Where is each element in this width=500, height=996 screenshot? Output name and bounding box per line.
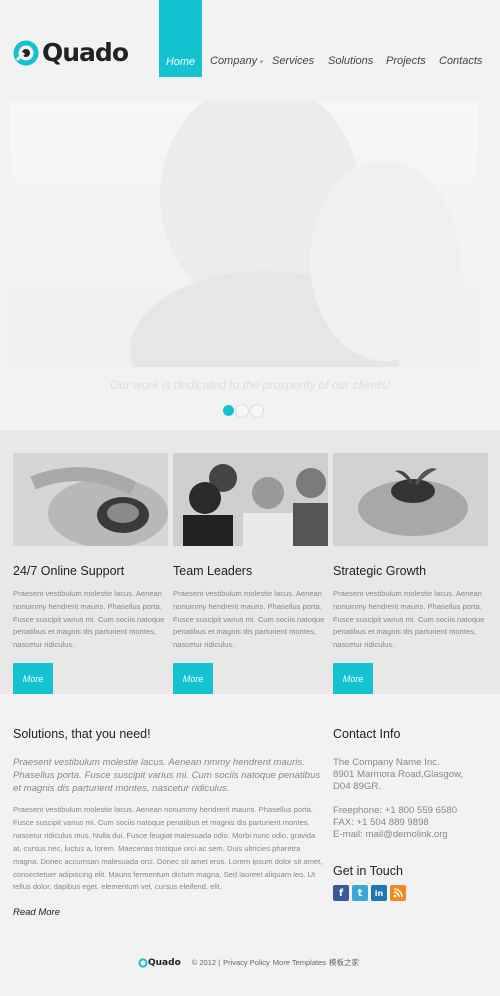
page: Quado Home Company ▾ Services Solutions P…: [0, 0, 500, 996]
footer-more-templates-link[interactable]: More Templates: [273, 958, 326, 967]
linkedin-icon[interactable]: in: [371, 885, 387, 901]
feature-text: Praesent vestibulum molestie lacus. Aene…: [173, 589, 325, 650]
chevron-down-icon: ▾: [259, 59, 263, 66]
nav-item-services[interactable]: Services: [272, 55, 314, 67]
feature-text: Praesent vestibulum molestie lacus. Aene…: [333, 589, 485, 650]
contact-address-line2: D04 89GR.: [333, 781, 381, 792]
slider-dot-3[interactable]: [250, 404, 264, 418]
feature-title: Strategic Growth: [333, 564, 427, 578]
feature-image-team: [173, 453, 328, 546]
slider-dot-2[interactable]: [235, 404, 249, 418]
social-icons: f t in: [333, 885, 406, 901]
main-nav: Home Company ▾ Services Solutions Project…: [0, 0, 500, 80]
footer: Quado © 2012 | Privacy Policy More Templ…: [0, 957, 500, 968]
contact-title: Contact Info: [333, 727, 401, 741]
feature-title: 24/7 Online Support: [13, 564, 125, 578]
footer-cn-link[interactable]: 模板之家: [329, 957, 359, 968]
feature-support: 24/7 Online Support Praesent vestibulum …: [13, 453, 168, 694]
nav-item-projects[interactable]: Projects: [386, 55, 426, 67]
nav-item-contacts[interactable]: Contacts: [439, 55, 482, 67]
contact-phone: Freephone: +1 800 559 6580: [333, 805, 458, 816]
footer-logo-text: Quado: [148, 957, 181, 968]
more-button[interactable]: More: [333, 663, 373, 694]
feature-team: Team Leaders Praesent vestibulum molesti…: [173, 453, 328, 694]
feature-growth: Strategic Growth Praesent vestibulum mol…: [333, 453, 488, 694]
slider-pagination: [223, 404, 264, 418]
contact-email[interactable]: E-mail: mail@demolink.org: [333, 829, 493, 841]
rss-icon[interactable]: [390, 885, 406, 901]
contact-fax: FAX: +1 504 889 9898: [333, 817, 429, 828]
hero-caption: Our work is dedicated to the prosperity …: [109, 378, 391, 392]
slider-dot-1[interactable]: [223, 405, 234, 416]
nav-item-solutions[interactable]: Solutions: [328, 55, 373, 67]
nav-item-home[interactable]: Home: [159, 0, 202, 77]
twitter-icon[interactable]: t: [352, 885, 368, 901]
more-button[interactable]: More: [173, 663, 213, 694]
nav-item-company[interactable]: Company ▾: [210, 55, 263, 67]
solutions-title: Solutions, that you need!: [13, 727, 151, 741]
feature-text: Praesent vestibulum molestie lacus. Aene…: [13, 589, 165, 650]
read-more-link[interactable]: Read More: [13, 907, 60, 918]
logo-swirl-icon: [138, 957, 148, 968]
footer-logo[interactable]: Quado: [138, 958, 184, 968]
feature-title: Team Leaders: [173, 564, 253, 578]
hero-slide-image: [10, 101, 478, 367]
feature-image-plant: [333, 453, 488, 546]
nav-item-label: Company: [210, 55, 258, 67]
footer-privacy-link[interactable]: Privacy Policy: [223, 958, 270, 967]
more-button[interactable]: More: [13, 663, 53, 694]
contact-address-line1: 8901 Marmora Road,Glasgow,: [333, 769, 464, 780]
footer-copyright: © 2012 |: [191, 958, 221, 967]
contact-company: The Company Name Inc.: [333, 757, 440, 768]
feature-image-mouse: [13, 453, 168, 546]
solutions-lead: Praesent vestibulum molestie lacus. Aene…: [13, 757, 321, 794]
facebook-icon[interactable]: f: [333, 885, 349, 901]
get-in-touch-title: Get in Touch: [333, 864, 403, 878]
contact-details: The Company Name Inc. 8901 Marmora Road,…: [333, 757, 493, 841]
solutions-text: Praesent vestibulum molestie lacus. Aene…: [13, 805, 323, 892]
